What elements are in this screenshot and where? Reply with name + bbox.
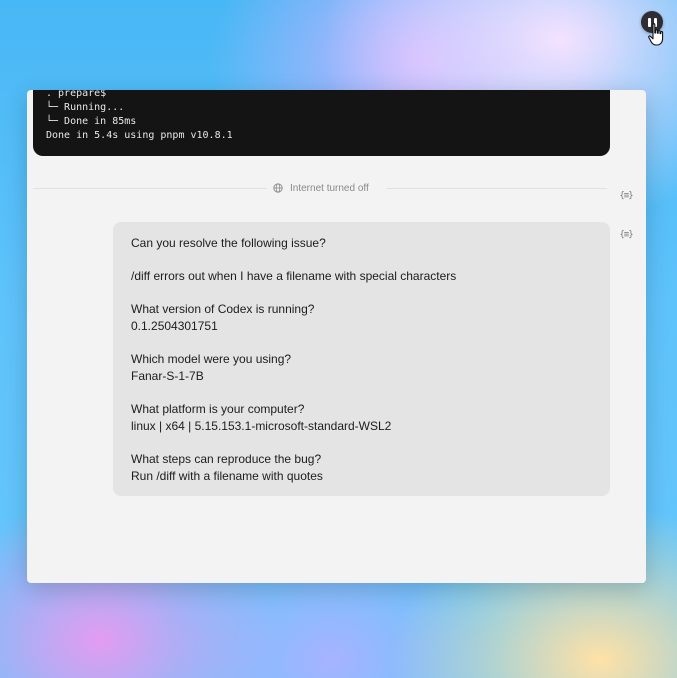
terminal-line: . prepare$ <box>46 90 107 99</box>
divider-line <box>387 188 607 189</box>
terminal-line: └─ Done in 85ms <box>46 116 137 127</box>
user-message-bubble: Can you resolve the following issue? /di… <box>113 222 610 496</box>
message-line: What platform is your computer? <box>131 402 305 416</box>
divider-line <box>33 188 273 189</box>
message-line: Run /diff with a filename with quotes <box>131 469 323 483</box>
message-line: linux | x64 | 5.15.153.1-microsoft-stand… <box>131 419 392 433</box>
message-line: What version of Codex is running? <box>131 302 315 316</box>
internet-status-text: Internet turned off <box>290 182 369 194</box>
message-line: 0.1.2504301751 <box>131 319 218 333</box>
chat-window: . prepare$ └─ Running... └─ Done in 85ms… <box>27 90 646 583</box>
message-line: What steps can reproduce the bug? <box>131 452 322 466</box>
message-line: Can you resolve the following issue? <box>131 236 326 250</box>
terminal-line: Done in 5.4s using pnpm v10.8.1 <box>46 130 233 141</box>
message-line: Fanar-S-1-7B <box>131 369 204 383</box>
terminal-output: . prepare$ └─ Running... └─ Done in 85ms… <box>33 90 610 156</box>
hand-cursor-icon <box>648 23 664 46</box>
internet-status-divider: Internet turned off <box>27 180 607 196</box>
message-line: Which model were you using? <box>131 352 292 366</box>
terminal-line: └─ Running... <box>46 102 125 113</box>
braces-icon[interactable]: {≡} <box>619 190 633 202</box>
internet-status-label: Internet turned off <box>267 180 375 196</box>
braces-icon[interactable]: {≡} <box>619 229 633 241</box>
message-line: /diff errors out when I have a filename … <box>131 269 457 283</box>
globe-icon <box>273 183 283 193</box>
